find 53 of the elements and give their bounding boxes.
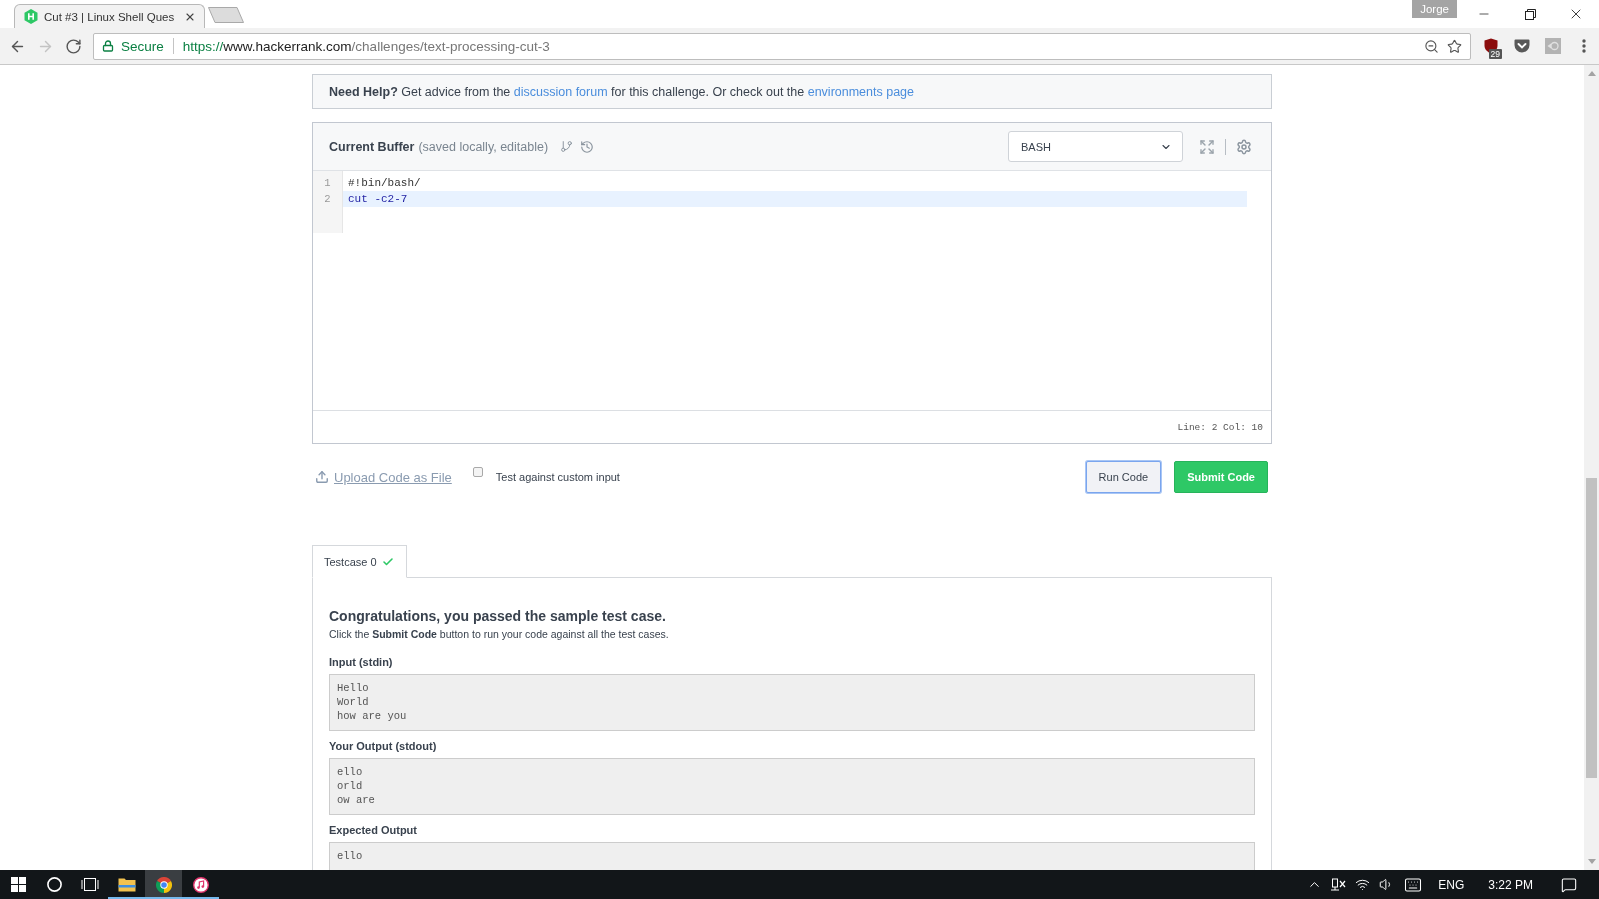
restore-icon [1524, 8, 1536, 20]
checkbox-label: Test against custom input [495, 471, 620, 483]
output-box: ello [329, 842, 1255, 870]
panel-subtitle: (saved locally, editable) [418, 139, 549, 154]
result-note: Click the Submit Code button to run your code against all the test cases. [329, 627, 670, 641]
reload-icon [64, 37, 82, 55]
keyboard-icon [1404, 875, 1423, 894]
tile-icon [1544, 38, 1561, 54]
section-label: Your Output (stdout) [329, 739, 438, 753]
section-label: Input (stdin) [329, 655, 394, 669]
run-code-button[interactable]: Run Code [1085, 461, 1162, 493]
chevron-badge-icon [1513, 39, 1530, 53]
star-icon[interactable] [1447, 38, 1462, 54]
message-icon [1561, 876, 1577, 893]
line-number: 1 [323, 176, 332, 191]
folder-icon [117, 877, 136, 892]
network-icon [1330, 878, 1347, 891]
cursor-position: Line: 2 Col: 10 [1177, 421, 1263, 433]
task-view-icon [81, 877, 99, 892]
lock-icon [102, 40, 114, 52]
wifi-icon [1354, 877, 1370, 892]
windows-logo-icon [10, 877, 26, 892]
help-text: Need Help? Get advice from the discussion forum for this challenge. Or check out the environments page [329, 84, 915, 99]
language-indicator[interactable]: ENG [1428, 870, 1475, 899]
line-number: 2 [323, 192, 332, 207]
scrollbar-thumb[interactable] [1586, 478, 1597, 778]
hexagon-logo-icon [24, 9, 38, 24]
circle-icon [46, 877, 62, 892]
taskbar-app-button[interactable] [145, 870, 182, 899]
clock[interactable]: 3:22 PM [1474, 870, 1547, 899]
settings-icon[interactable] [1236, 138, 1252, 155]
upload-icon [315, 470, 329, 484]
music-note-icon [192, 876, 209, 893]
history-icon[interactable] [580, 139, 595, 154]
section-label: Expected Output [329, 823, 418, 837]
address-bar[interactable]: Secure https://www.hackerrank.com/challenges/text-processing-cut-3 [93, 32, 1471, 60]
extension-button[interactable]: 29 [1475, 32, 1506, 60]
url-text: https://www.hackerrank.com/challenges/text-processing-cut-3 [182, 38, 550, 54]
browser-logo-icon [155, 876, 172, 893]
zoom-icon[interactable] [1424, 38, 1439, 54]
branch-icon[interactable] [560, 140, 574, 153]
menu-icon [1581, 39, 1586, 53]
extension-badge: 29 [1488, 49, 1502, 59]
checkbox[interactable] [472, 467, 483, 477]
browser-tab[interactable]: Cut #3 | Linux Shell Ques [14, 4, 205, 28]
output-box: ello orld ow are [329, 758, 1255, 815]
output-box: Hello World how are you [329, 674, 1255, 731]
testcase-tab[interactable]: Testcase 0 [312, 545, 407, 578]
security-label: Secure [121, 38, 164, 54]
code-line: #!bin/bash/ [347, 176, 422, 191]
panel-title: Current Buffer [329, 139, 415, 154]
result-heading: Congratulations, you passed the sample test case. [329, 607, 667, 625]
language-select[interactable]: BASH [1008, 131, 1183, 162]
